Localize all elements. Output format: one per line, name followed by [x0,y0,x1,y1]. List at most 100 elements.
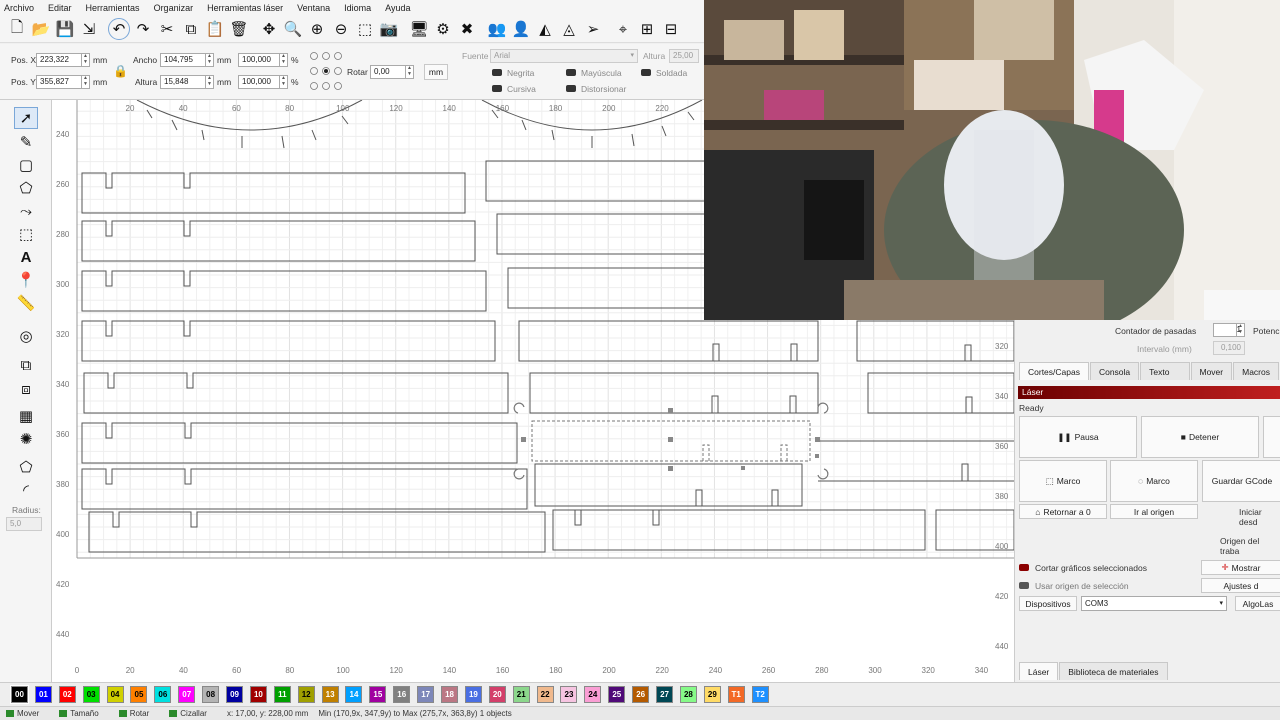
scale-h-spin[interactable]: ▲ ▼ [279,75,287,89]
palette-swatch-27[interactable]: 27 [656,686,674,703]
align-icon[interactable]: ⊞ [636,18,658,40]
camera-icon[interactable]: 📷 [378,18,400,40]
zoom-icon[interactable]: 🔍 [282,18,304,40]
send-icon[interactable]: ➢ [582,18,604,40]
flip-horizontal-icon[interactable]: ◭ [534,18,556,40]
show-button[interactable]: ✛ Mostrar [1201,560,1280,575]
bold-toggle[interactable] [492,69,502,76]
flip-vertical-icon[interactable]: ◬ [558,18,580,40]
rotate-spin[interactable]: ▲ ▼ [405,65,413,79]
stop-button[interactable]: ■ Detener [1141,416,1259,458]
palette-swatch-24[interactable]: 24 [584,686,602,703]
cut-icon[interactable]: ✂ [156,18,178,40]
devices-button[interactable]: Dispositivos [1019,596,1077,611]
pan-icon[interactable]: ✥ [258,18,280,40]
palette-swatch-01[interactable]: 01 [34,686,52,703]
menu-ayuda[interactable]: Ayuda [385,3,410,13]
palette-swatch-06[interactable]: 06 [154,686,172,703]
menu-organizar[interactable]: Organizar [154,3,194,13]
tab-cortes-capas[interactable]: Cortes/Capas [1019,362,1089,380]
scale-w-field[interactable]: 100,000 ▲ ▼ [238,53,288,67]
tab-material-library[interactable]: Biblioteca de materiales [1059,662,1168,680]
rotate-field[interactable]: 0,00 ▲ ▼ [370,65,414,79]
ungroup-icon[interactable]: 👤 [510,18,532,40]
menu-editar[interactable]: Editar [48,3,72,13]
device-profile-button[interactable]: AlgoLas [1235,596,1280,611]
palette-swatch-26[interactable]: 26 [632,686,650,703]
menu-herramientas-laser[interactable]: Herramientas láser [207,3,283,13]
pos-x-field[interactable]: 223,322 ▲ ▼ [36,53,90,67]
polygon-tool-icon[interactable]: ⬠ [14,177,38,199]
return-zero-button[interactable]: ⌂ Retornar a 0 [1019,504,1107,519]
palette-swatch-21[interactable]: 21 [512,686,530,703]
edit-nodes-icon[interactable]: ⤳ [14,200,38,222]
pause-button[interactable]: ❚❚ Pausa [1019,416,1137,458]
palette-swatch-09[interactable]: 09 [226,686,244,703]
width-field[interactable]: 104,795 ▲ ▼ [160,53,214,67]
use-selection-origin-toggle[interactable] [1019,582,1029,589]
palette-swatch-12[interactable]: 12 [297,686,315,703]
boolean-subtract-icon[interactable]: ⧈ [14,378,38,400]
frame-tool-icon[interactable]: ⬚ [14,223,38,245]
palette-swatch-T1[interactable]: T1 [727,686,745,703]
menu-ventana[interactable]: Ventana [297,3,330,13]
frame-rect-button[interactable]: ⬚ Marco [1019,460,1107,502]
copy-icon[interactable]: ⧉ [180,18,202,40]
corner-tool-icon[interactable]: ⬠ [14,456,38,478]
lock-icon[interactable]: 🔒 [113,64,128,78]
save-icon[interactable]: 💾 [54,18,76,40]
palette-swatch-18[interactable]: 18 [441,686,459,703]
position-marker-icon[interactable]: 📍 [14,269,38,291]
group-icon[interactable]: 👥 [486,18,508,40]
palette-swatch-17[interactable]: 17 [417,686,435,703]
width-spin[interactable]: ▲ ▼ [205,53,213,67]
distort-toggle[interactable] [566,85,576,92]
undo-icon[interactable]: ↶ [108,18,130,40]
save-gcode-button[interactable]: Guardar GCode [1202,460,1280,502]
start-button[interactable] [1263,416,1280,458]
radius-field[interactable]: 5,0 [6,517,42,531]
interval-field[interactable]: 0,100 [1213,341,1245,355]
menu-idioma[interactable]: Idioma [344,3,371,13]
palette-swatch-00[interactable]: 00 [10,685,29,704]
save-as-icon[interactable]: ⇲ [78,18,100,40]
rounded-corner-icon[interactable]: ◜ [14,479,38,501]
italic-toggle[interactable] [492,85,502,92]
status-shear[interactable]: Cizallar [169,709,217,718]
scale-h-field[interactable]: 100,000 ▲ ▼ [238,75,288,89]
menu-archivo[interactable]: Archivo [4,3,34,13]
palette-swatch-10[interactable]: 10 [249,686,267,703]
palette-swatch-07[interactable]: 07 [178,686,196,703]
palette-swatch-T2[interactable]: T2 [751,686,769,703]
boolean-union-icon[interactable]: ⧉ [14,354,38,376]
gear-icon[interactable]: ⚙ [432,18,454,40]
offset-tool-icon[interactable]: ◎ [14,325,38,347]
palette-swatch-29[interactable]: 29 [703,686,721,703]
uppercase-toggle[interactable] [566,69,576,76]
font-height-field[interactable]: 25,00 [669,49,699,63]
palette-swatch-15[interactable]: 15 [369,686,387,703]
grid-array-icon[interactable]: ▦ [14,405,38,427]
palette-swatch-20[interactable]: 20 [488,686,506,703]
tab-mover[interactable]: Mover [1190,362,1233,380]
distribute-icon[interactable]: ⊟ [660,18,682,40]
font-select[interactable]: Arial ▾ [490,49,638,63]
text-tool-icon[interactable]: A [14,246,38,268]
palette-swatch-08[interactable]: 08 [202,686,220,703]
pass-counter-spin[interactable]: ▲ ▼ [1236,323,1244,337]
pos-y-field[interactable]: 355,827 ▲ ▼ [36,75,90,89]
circular-array-icon[interactable]: ✺ [14,428,38,450]
frame-circle-button[interactable]: ◌ Marco [1110,460,1198,502]
select-tool-icon[interactable]: ➚ [14,107,38,129]
palette-swatch-14[interactable]: 14 [345,686,363,703]
palette-swatch-28[interactable]: 28 [679,686,697,703]
pen-tool-icon[interactable]: ✎ [14,131,38,153]
palette-swatch-16[interactable]: 16 [393,686,411,703]
status-move[interactable]: Mover [6,709,49,718]
palette-swatch-23[interactable]: 23 [560,686,578,703]
tab-texto-variable[interactable]: Texto variable [1140,362,1190,395]
pos-x-spin[interactable]: ▲ ▼ [81,53,89,67]
zoom-fit-icon[interactable]: ⬚ [354,18,376,40]
scale-w-spin[interactable]: ▲ ▼ [279,53,287,67]
palette-swatch-22[interactable]: 22 [536,686,554,703]
